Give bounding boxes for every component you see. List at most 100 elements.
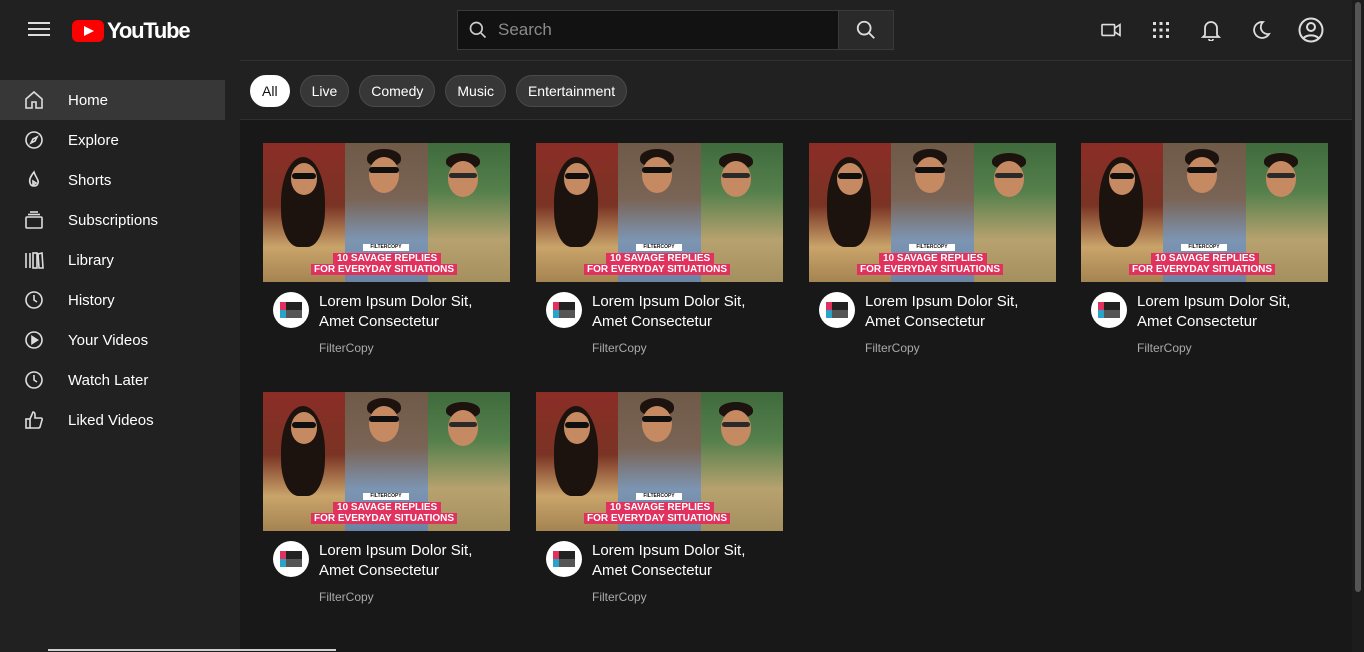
search-icon	[856, 20, 875, 39]
thumbnail-brand-tag: FILTERCOPY	[1181, 244, 1227, 251]
video-title[interactable]: Lorem Ipsum Dolor Sit, Amet Consectetur	[1137, 292, 1317, 332]
chip-live[interactable]: Live	[299, 75, 350, 107]
video-card[interactable]: FILTERCOPY 10 SAVAGE REPLIES FOR EVERYDA…	[809, 143, 1056, 372]
sidebar-item-label: Shorts	[68, 171, 112, 189]
video-thumbnail[interactable]: FILTERCOPY 10 SAVAGE REPLIES FOR EVERYDA…	[536, 392, 783, 531]
sidebar-item-history[interactable]: History	[0, 280, 225, 320]
video-title[interactable]: Lorem Ipsum Dolor Sit, Amet Consectetur	[319, 292, 499, 332]
video-title[interactable]: Lorem Ipsum Dolor Sit, Amet Consectetur	[319, 541, 499, 581]
video-card[interactable]: FILTERCOPY 10 SAVAGE REPLIES FOR EVERYDA…	[536, 143, 783, 372]
video-title-line: Lorem Ipsum Dolor Sit,	[1137, 293, 1291, 310]
sunglasses	[369, 416, 399, 422]
sidebar-item-home[interactable]: Home	[0, 80, 225, 120]
eyeglasses	[722, 173, 750, 178]
eyeglasses	[722, 422, 750, 427]
sidebar-item-shorts[interactable]: Shorts	[0, 160, 225, 200]
moon-icon[interactable]	[1246, 15, 1276, 45]
video-title-line: Lorem Ipsum Dolor Sit,	[319, 293, 473, 310]
sidebar-item-label: Your Videos	[68, 331, 149, 349]
thumbnail-caption: 10 SAVAGE REPLIES	[333, 502, 442, 513]
video-thumbnail[interactable]: FILTERCOPY 10 SAVAGE REPLIES FOR EVERYDA…	[263, 143, 510, 282]
search-input[interactable]	[498, 20, 818, 40]
channel-avatar[interactable]	[546, 292, 582, 328]
thumbnail-caption: FOR EVERYDAY SITUATIONS	[311, 513, 458, 524]
video-title[interactable]: Lorem Ipsum Dolor Sit, Amet Consectetur	[592, 292, 772, 332]
channel-name[interactable]: FilterCopy	[592, 341, 647, 355]
sidebar-item-label: Subscriptions	[68, 211, 159, 229]
person-head	[721, 161, 751, 197]
sidebar-item-subscriptions[interactable]: Subscriptions	[0, 200, 225, 240]
channel-logo-icon	[280, 302, 302, 318]
thumbnail-caption: FOR EVERYDAY SITUATIONS	[1129, 264, 1276, 275]
video-thumbnail[interactable]: FILTERCOPY 10 SAVAGE REPLIES FOR EVERYDA…	[809, 143, 1056, 282]
person-head	[1109, 163, 1135, 195]
channel-avatar[interactable]	[819, 292, 855, 328]
chip-all[interactable]: All	[250, 75, 290, 107]
eyeglasses	[1267, 173, 1295, 178]
sidebar-item-library[interactable]: Library	[0, 240, 225, 280]
youtube-logo[interactable]: YouTube	[72, 18, 191, 43]
search-bar	[457, 10, 894, 50]
channel-name[interactable]: FilterCopy	[592, 590, 647, 604]
thumbnail-brand-tag: FILTERCOPY	[636, 244, 682, 251]
channel-avatar[interactable]	[273, 541, 309, 577]
video-title-line: Amet Consectetur	[592, 313, 713, 330]
page-scrollbar[interactable]	[1352, 0, 1364, 652]
sidebar-item-liked-videos[interactable]: Liked Videos	[0, 400, 225, 440]
chip-music[interactable]: Music	[445, 75, 506, 107]
video-meta: Lorem Ipsum Dolor Sit, Amet Consectetur …	[263, 282, 510, 372]
channel-avatar[interactable]	[273, 292, 309, 328]
thumbnail-caption: 10 SAVAGE REPLIES	[1151, 253, 1260, 264]
person-head	[1187, 157, 1217, 193]
video-thumbnail[interactable]: FILTERCOPY 10 SAVAGE REPLIES FOR EVERYDA…	[1081, 143, 1328, 282]
video-thumbnail[interactable]: FILTERCOPY 10 SAVAGE REPLIES FOR EVERYDA…	[263, 392, 510, 531]
chip-entertainment[interactable]: Entertainment	[515, 75, 628, 107]
channel-name[interactable]: FilterCopy	[319, 590, 374, 604]
sidebar-item-your-videos[interactable]: Your Videos	[0, 320, 225, 360]
sidebar-item-label: Watch Later	[68, 371, 149, 389]
video-thumbnail[interactable]: FILTERCOPY 10 SAVAGE REPLIES FOR EVERYDA…	[536, 143, 783, 282]
search-button[interactable]	[838, 10, 894, 50]
video-title-line: Lorem Ipsum Dolor Sit,	[592, 293, 746, 310]
video-title[interactable]: Lorem Ipsum Dolor Sit, Amet Consectetur	[592, 541, 772, 581]
apps-grid-icon[interactable]	[1146, 15, 1176, 45]
bell-icon[interactable]	[1196, 15, 1226, 45]
channel-avatar[interactable]	[546, 541, 582, 577]
chip-comedy[interactable]: Comedy	[359, 75, 436, 107]
video-card[interactable]: FILTERCOPY 10 SAVAGE REPLIES FOR EVERYDA…	[1081, 143, 1328, 372]
account-icon[interactable]	[1296, 15, 1326, 45]
video-card[interactable]: FILTERCOPY 10 SAVAGE REPLIES FOR EVERYDA…	[263, 392, 510, 621]
channel-logo-icon	[1098, 302, 1120, 318]
video-card[interactable]: FILTERCOPY 10 SAVAGE REPLIES FOR EVERYDA…	[536, 392, 783, 621]
channel-name[interactable]: FilterCopy	[1137, 341, 1192, 355]
video-title-line: Lorem Ipsum Dolor Sit,	[865, 293, 1019, 310]
video-title-line: Amet Consectetur	[319, 313, 440, 330]
sidebar-item-explore[interactable]: Explore	[0, 120, 225, 160]
hamburger-menu-icon[interactable]	[24, 18, 56, 42]
eyeglasses	[995, 173, 1023, 178]
video-camera-icon[interactable]	[1096, 15, 1126, 45]
thumbnail-caption: FOR EVERYDAY SITUATIONS	[311, 264, 458, 275]
video-card[interactable]: FILTERCOPY 10 SAVAGE REPLIES FOR EVERYDA…	[263, 143, 510, 372]
library-icon	[24, 250, 44, 270]
person-head	[642, 157, 672, 193]
person-head	[915, 157, 945, 193]
video-title-line: Amet Consectetur	[592, 562, 713, 579]
clock-icon	[24, 370, 44, 390]
channel-avatar[interactable]	[1091, 292, 1127, 328]
eyeglasses	[449, 173, 477, 178]
channel-name[interactable]: FilterCopy	[865, 341, 920, 355]
channel-logo-icon	[826, 302, 848, 318]
sidebar-item-watch-later[interactable]: Watch Later	[0, 360, 225, 400]
scrollbar-thumb[interactable]	[1355, 2, 1361, 592]
main-content: All Live Comedy Music Entertainment FILT…	[240, 60, 1352, 652]
sidebar-item-label: Library	[68, 251, 114, 269]
video-title[interactable]: Lorem Ipsum Dolor Sit, Amet Consectetur	[865, 292, 1045, 332]
person-head	[369, 406, 399, 442]
home-icon	[24, 90, 44, 110]
channel-name[interactable]: FilterCopy	[319, 341, 374, 355]
thumbs-up-icon	[24, 410, 44, 430]
thumbnail-caption: FOR EVERYDAY SITUATIONS	[584, 513, 731, 524]
person-head	[994, 161, 1024, 197]
header-actions	[1096, 15, 1346, 45]
